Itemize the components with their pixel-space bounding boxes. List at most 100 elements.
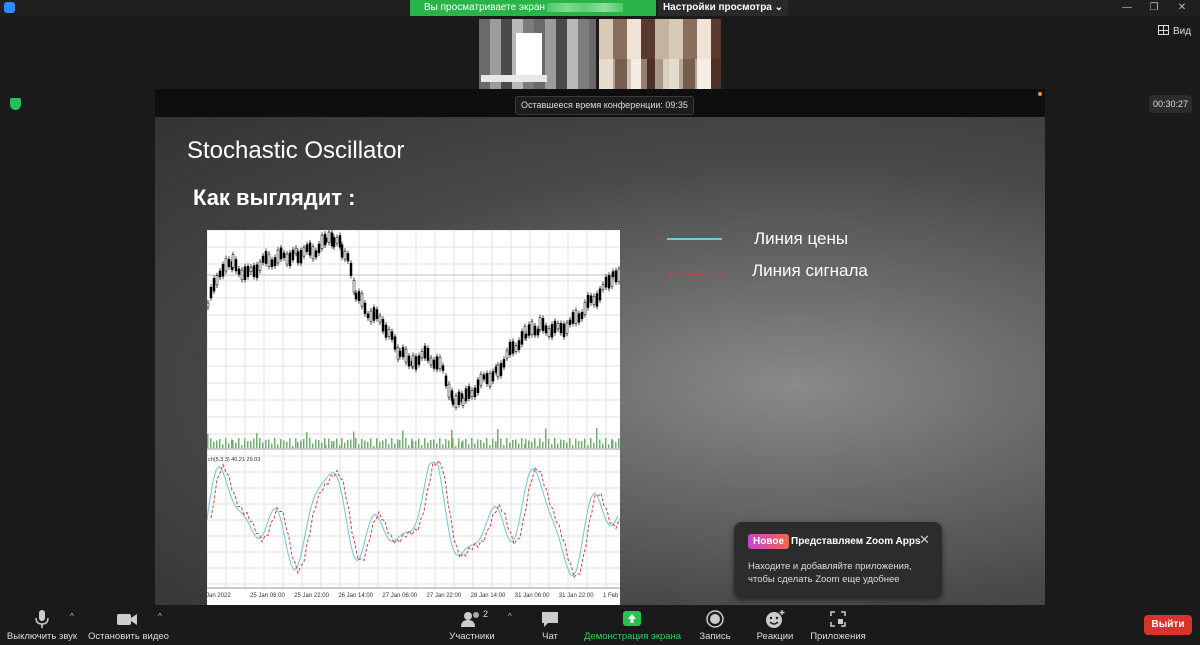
volume-bar [575, 438, 577, 448]
audio-options-caret[interactable]: ^ [70, 612, 74, 621]
price-candle [601, 284, 605, 290]
price-candle [444, 375, 448, 387]
share-screen-button[interactable]: Демонстрация экрана [584, 609, 681, 642]
price-candle [550, 324, 554, 338]
price-candle [611, 271, 615, 277]
price-candle [384, 324, 388, 338]
price-candle [240, 269, 244, 280]
price-candle [354, 292, 358, 300]
view-settings-button[interactable]: Настройки просмотра ⌄ [658, 0, 788, 16]
price-candle [327, 231, 331, 243]
price-candle [375, 309, 379, 319]
volume-bar [336, 438, 338, 448]
x-tick-label: 28 Jan 14:00 [471, 593, 506, 599]
x-tick-label: Jan 2022 [207, 593, 231, 599]
price-candle [299, 250, 303, 264]
volume-bar [521, 438, 523, 448]
x-tick-label: 31 Jan 06:00 [515, 593, 550, 599]
price-candle [541, 317, 545, 331]
price-candle [279, 247, 283, 260]
price-candle [218, 270, 222, 278]
volume-bar [506, 438, 508, 448]
price-candle [294, 247, 298, 254]
price-candle [502, 359, 506, 368]
volume-bar [618, 438, 620, 448]
mute-button[interactable]: Выключить звук [6, 609, 78, 642]
participants-options-caret[interactable]: ^ [508, 612, 512, 621]
price-candle [547, 328, 551, 337]
price-candle [435, 356, 439, 370]
reactions-button[interactable]: Реакции [755, 609, 795, 642]
volume-bar [458, 438, 460, 448]
price-candle [372, 307, 376, 321]
legend-signal-label: Линия сигнала [752, 261, 868, 280]
volume-bar [445, 438, 447, 448]
volume-bar [477, 439, 479, 448]
volume-bar [596, 427, 598, 448]
volume-bar [455, 445, 457, 448]
volume-bar [253, 438, 255, 448]
x-tick-label: 25 Jan 22:00 [294, 593, 329, 599]
volume-bar [492, 438, 494, 448]
volume-bar [483, 442, 485, 448]
volume-bar [309, 438, 311, 448]
volume-bar [551, 444, 553, 448]
price-candle [335, 237, 339, 244]
price-candle [404, 348, 408, 363]
volume-bar [590, 438, 592, 448]
participant-video-thumbnail[interactable] [479, 19, 596, 89]
x-tick-label: 31 Jan 22:00 [559, 593, 594, 599]
leave-meeting-button[interactable]: Выйти [1144, 615, 1192, 635]
volume-bar [350, 439, 352, 448]
apps-label: Приложения [810, 631, 866, 642]
price-candle [527, 324, 531, 336]
volume-bar [605, 438, 607, 448]
close-icon[interactable]: ✕ [919, 532, 930, 548]
volume-bar [297, 441, 299, 448]
stop-video-button[interactable]: Остановить видео [88, 609, 169, 642]
participant-video-thumbnail[interactable] [599, 19, 721, 89]
price-candle [308, 242, 312, 256]
volume-bar [219, 438, 221, 448]
volume-bar [418, 438, 420, 448]
volume-bar [321, 442, 323, 448]
volume-bar [415, 441, 417, 448]
volume-bar [486, 438, 488, 448]
volume-bar [247, 441, 249, 448]
video-options-caret[interactable]: ^ [158, 612, 162, 621]
close-window-button[interactable]: ✕ [1172, 0, 1192, 16]
price-candle [441, 365, 445, 371]
chat-button[interactable]: Чат [536, 609, 564, 642]
volume-bar [388, 444, 390, 448]
legend-price-line [667, 238, 722, 240]
minimize-button[interactable]: — [1117, 0, 1137, 16]
volume-bar [244, 438, 246, 448]
apps-icon [830, 611, 846, 627]
price-candle [583, 302, 587, 315]
volume-bar [534, 438, 536, 448]
volume-bar [452, 438, 454, 448]
volume-bar [518, 443, 520, 448]
price-candle [517, 340, 521, 351]
record-button[interactable]: Запись [697, 609, 733, 642]
price-candle [423, 345, 427, 359]
restore-button[interactable]: ❐ [1144, 0, 1164, 16]
volume-bar [509, 442, 511, 448]
volume-bar [280, 438, 282, 448]
participants-button[interactable]: 2 Участники [446, 609, 498, 642]
view-layout-button[interactable]: Вид [1158, 25, 1191, 37]
price-candle [461, 398, 465, 406]
price-candle [258, 261, 262, 271]
security-shield-icon[interactable] [10, 98, 21, 110]
x-tick-label: 1 Feb 14:00 [603, 593, 620, 599]
price-candle [411, 355, 415, 367]
volume-bar [376, 438, 378, 448]
volume-bar [207, 434, 209, 448]
volume-bar [385, 438, 387, 448]
volume-bar [474, 443, 476, 448]
price-candle [317, 243, 321, 254]
share-status-banner: Вы просматриваете экран [410, 0, 656, 16]
zoom-apps-notification: Новое Представляем Zoom Apps ✕ Находите … [734, 522, 942, 598]
view-button-label: Вид [1173, 26, 1192, 37]
apps-button[interactable]: Приложения [808, 609, 868, 642]
